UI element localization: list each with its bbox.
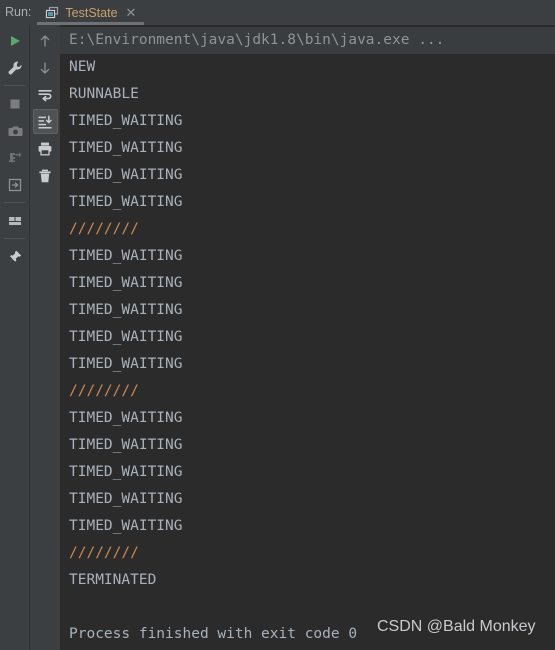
soft-wrap-icon (38, 89, 52, 101)
clear-all-button[interactable] (33, 163, 58, 188)
console-separator-line: //////// (69, 221, 139, 237)
console-exit-line: Process finished with exit code 0 (69, 626, 358, 642)
pin-icon (8, 250, 21, 263)
console-output-line: TIMED_WAITING (69, 302, 183, 318)
console-lines: NEW RUNNABLE TIMED_WAITING TIMED_WAITING TIM… (60, 54, 555, 648)
toolbar-divider (4, 85, 25, 86)
toolbar-divider (4, 202, 25, 203)
run-actions-toolbar (0, 25, 29, 650)
console-output[interactable]: E:\Environment\java\jdk1.8\bin\java.exe … (60, 25, 555, 650)
console-output-line: TIMED_WAITING (69, 113, 183, 129)
dump-threads-button[interactable] (2, 145, 27, 170)
arrow-up-icon (40, 34, 50, 47)
console-output-line: TIMED_WAITING (69, 248, 183, 264)
play-icon (10, 35, 20, 46)
scroll-to-end-button[interactable] (32, 109, 58, 134)
console-output-line: NEW (69, 59, 96, 75)
scroll-to-end-icon (38, 114, 52, 128)
console-output-line: TIMED_WAITING (69, 275, 183, 291)
dump-threads-icon (8, 151, 21, 162)
camera-button[interactable] (2, 118, 27, 143)
console-separator-line: //////// (69, 383, 139, 399)
edit-configuration-button[interactable] (2, 55, 27, 80)
run-configuration-icon (45, 6, 59, 20)
console-output-line: TIMED_WAITING (69, 194, 183, 210)
console-output-line: TIMED_WAITING (69, 356, 183, 372)
arrow-down-icon (40, 61, 50, 74)
run-tool-window-label: Run: (5, 5, 32, 19)
close-icon[interactable]: ✕ (124, 6, 139, 19)
console-output-line: TIMED_WAITING (69, 410, 183, 426)
console-output-line: TIMED_WAITING (69, 518, 183, 534)
tab-title: TestState (65, 5, 118, 20)
run-toolbars (0, 25, 60, 650)
console-output-line: TERMINATED (69, 572, 157, 588)
trash-icon (39, 169, 51, 182)
console-output-line: TIMED_WAITING (69, 464, 183, 480)
console-actions-toolbar (29, 25, 60, 650)
pin-tab-button[interactable] (2, 244, 27, 269)
run-tab-bar: Run: TestState ✕ (0, 0, 555, 25)
console-output-line: TIMED_WAITING (69, 140, 183, 156)
console-separator-line: //////// (69, 545, 139, 561)
restore-layout-button[interactable] (2, 172, 27, 197)
print-button[interactable] (33, 136, 58, 161)
run-tool-window: Run: TestState ✕ E:\Environment\java\jdk… (0, 0, 555, 650)
toolbar-divider (4, 238, 25, 239)
rerun-button[interactable] (2, 28, 27, 53)
console-output-line: TIMED_WAITING (69, 437, 183, 453)
console-output-line: RUNNABLE (69, 86, 139, 102)
console-output-line: TIMED_WAITING (69, 491, 183, 507)
printer-icon (38, 142, 52, 155)
wrench-icon (7, 61, 21, 75)
layout-icon (8, 216, 21, 225)
layout-settings-button[interactable] (2, 208, 27, 233)
camera-icon (8, 126, 22, 136)
stop-square-icon (10, 99, 19, 108)
soft-wrap-button[interactable] (33, 82, 58, 107)
stop-button[interactable] (2, 91, 27, 116)
down-the-stack-trace-button[interactable] (33, 55, 58, 80)
tab-teststate[interactable]: TestState ✕ (37, 0, 145, 25)
import-arrow-icon (8, 178, 21, 191)
console-output-line: TIMED_WAITING (69, 167, 183, 183)
console-output-line: TIMED_WAITING (69, 329, 183, 345)
console-command-line[interactable]: E:\Environment\java\jdk1.8\bin\java.exe … (60, 27, 555, 54)
up-the-stack-trace-button[interactable] (33, 28, 58, 53)
